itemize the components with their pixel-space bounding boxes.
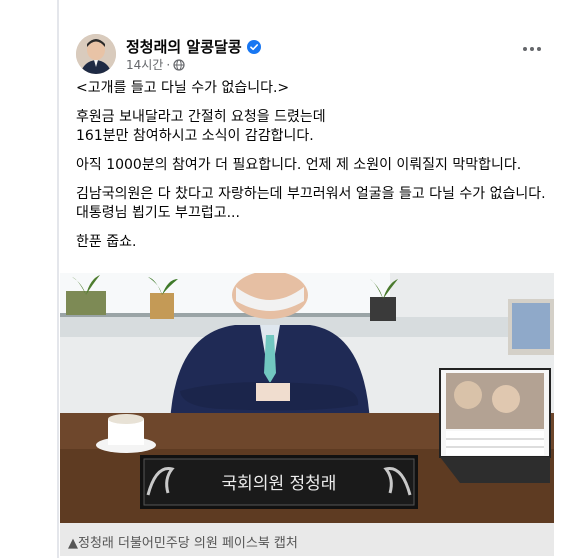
photo-caption: ▲정청래 더불어민주당 의원 페이스북 캡처	[60, 523, 554, 556]
post-photo[interactable]: 국회의원 정청래	[60, 273, 554, 523]
caption-text: ▲정청래 더불어민주당 의원 페이스북 캡처	[68, 536, 298, 551]
author-row: 정청래의 알콩달콩	[126, 36, 261, 57]
post-paragraph: <고개를 들고 다닐 수가 없습니다.>	[76, 80, 290, 96]
nameplate-text: 국회의원 정청래	[222, 474, 337, 494]
meta-separator: ·	[166, 57, 171, 72]
facebook-post: 정청래의 알콩달콩 14시간 · <고개를 들고 다닐 수가 없습니다.> 후원…	[60, 14, 554, 556]
post-timestamp[interactable]: 14시간	[126, 56, 163, 73]
post-paragraph: 한푼 줍쇼.	[76, 234, 137, 250]
post-meta: 14시간 ·	[126, 56, 185, 73]
post-header: 정청래의 알콩달콩 14시간 ·	[60, 14, 554, 74]
author-avatar[interactable]	[76, 34, 116, 74]
verified-badge-icon	[246, 39, 261, 54]
author-name[interactable]: 정청래의 알콩달콩	[126, 36, 242, 57]
post-paragraph: 김남국의원은 다 찼다고 자랑하는데 부끄러워서 얼굴을 들고 다닐 수가 없습…	[76, 186, 546, 221]
post-paragraph: 아직 1000분의 참여가 더 필요합니다. 언제 제 소원이 이뤄질지 막막합…	[76, 157, 522, 173]
frame-divider	[57, 0, 59, 558]
more-options-icon[interactable]	[520, 42, 544, 56]
post-paragraph: 후원금 보내달라고 간절히 요청을 드렸는데 161분만 참여하시고 소식이 감…	[76, 109, 326, 144]
post-body: <고개를 들고 다닐 수가 없습니다.> 후원금 보내달라고 간절히 요청을 드…	[76, 79, 556, 262]
globe-icon[interactable]	[173, 58, 185, 71]
